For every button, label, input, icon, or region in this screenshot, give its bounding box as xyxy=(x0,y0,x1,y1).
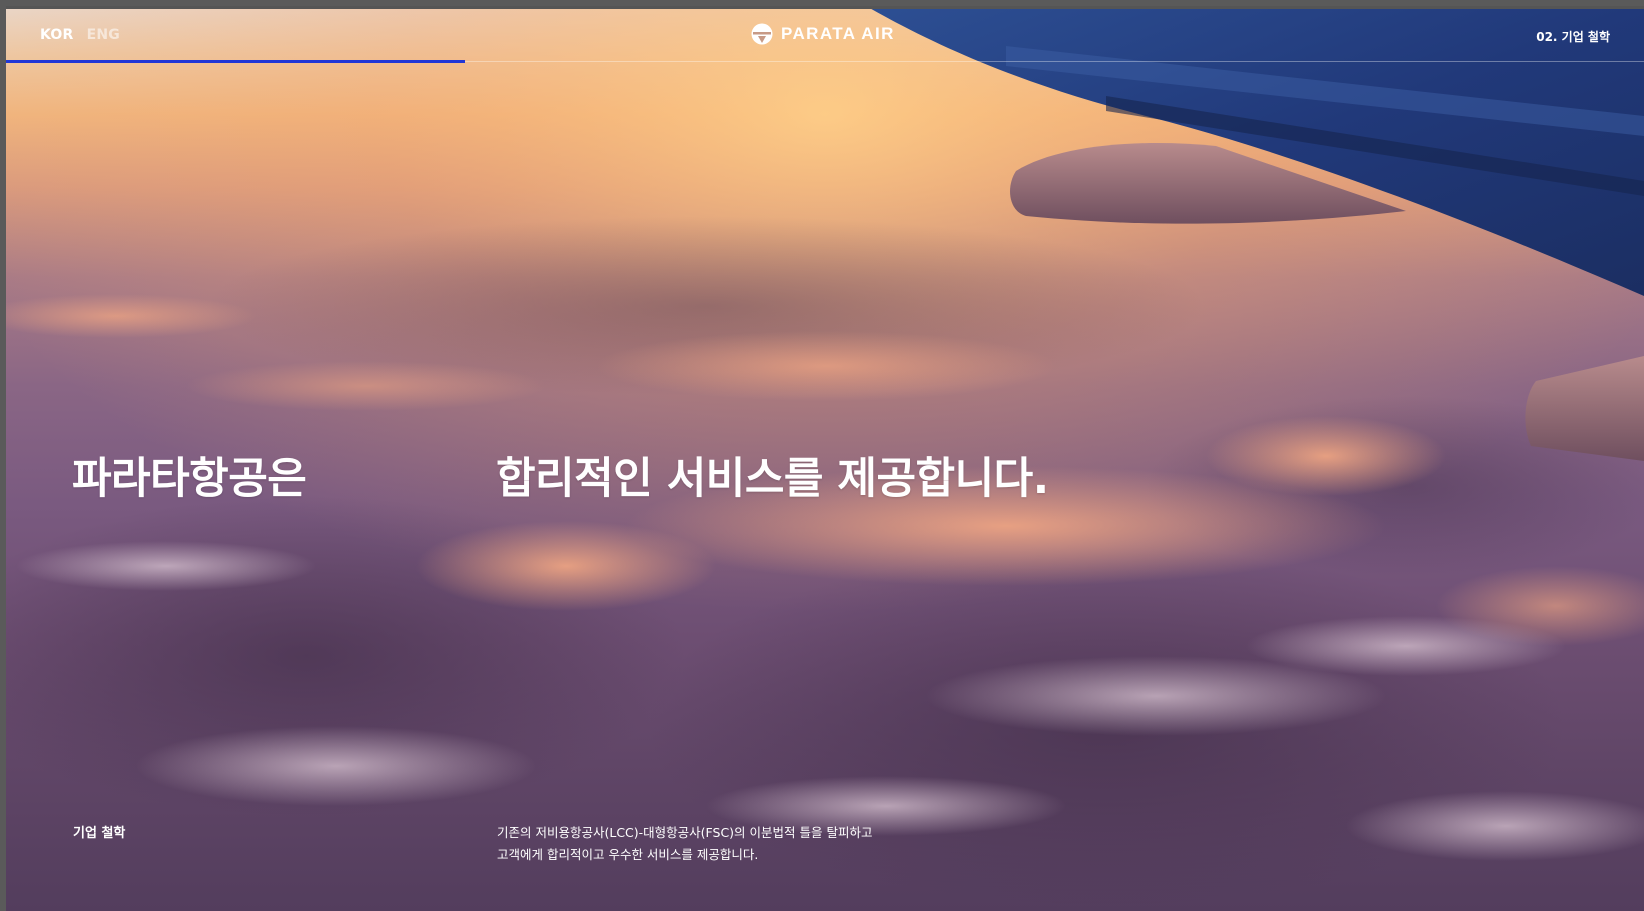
parata-logo-icon xyxy=(751,23,773,45)
scroll-progress-bar xyxy=(6,60,465,63)
current-section-nav[interactable]: 02. 기업 철학 xyxy=(1536,28,1610,45)
lang-kor-link[interactable]: KOR xyxy=(40,27,74,43)
description-line-1: 기존의 저비용항공사(LCC)-대형항공사(FSC)의 이분법적 틀을 탈피하고 xyxy=(497,825,873,840)
lang-eng-link[interactable]: ENG xyxy=(87,27,120,43)
parata-air-logo[interactable]: PARATA AIR xyxy=(751,23,895,45)
section-label: 기업 철학 xyxy=(73,826,126,841)
hero-headline-right: 합리적인 서비스를 제공합니다. xyxy=(496,454,1049,504)
page-frame: KOR ENG PARATA AIR 02. 기업 철학 파라타항공은 합리적인… xyxy=(6,6,1644,911)
logo-text: PARATA AIR xyxy=(781,24,895,43)
hero-headline-left: 파라타항공은 xyxy=(72,454,307,504)
language-switcher: KOR ENG xyxy=(40,27,120,43)
section-description: 기존의 저비용항공사(LCC)-대형항공사(FSC)의 이분법적 틀을 탈피하고… xyxy=(497,822,872,866)
description-line-2: 고객에게 합리적이고 우수한 서비스를 제공합니다. xyxy=(497,847,759,862)
site-header: KOR ENG PARATA AIR 02. 기업 철학 xyxy=(6,6,1644,63)
